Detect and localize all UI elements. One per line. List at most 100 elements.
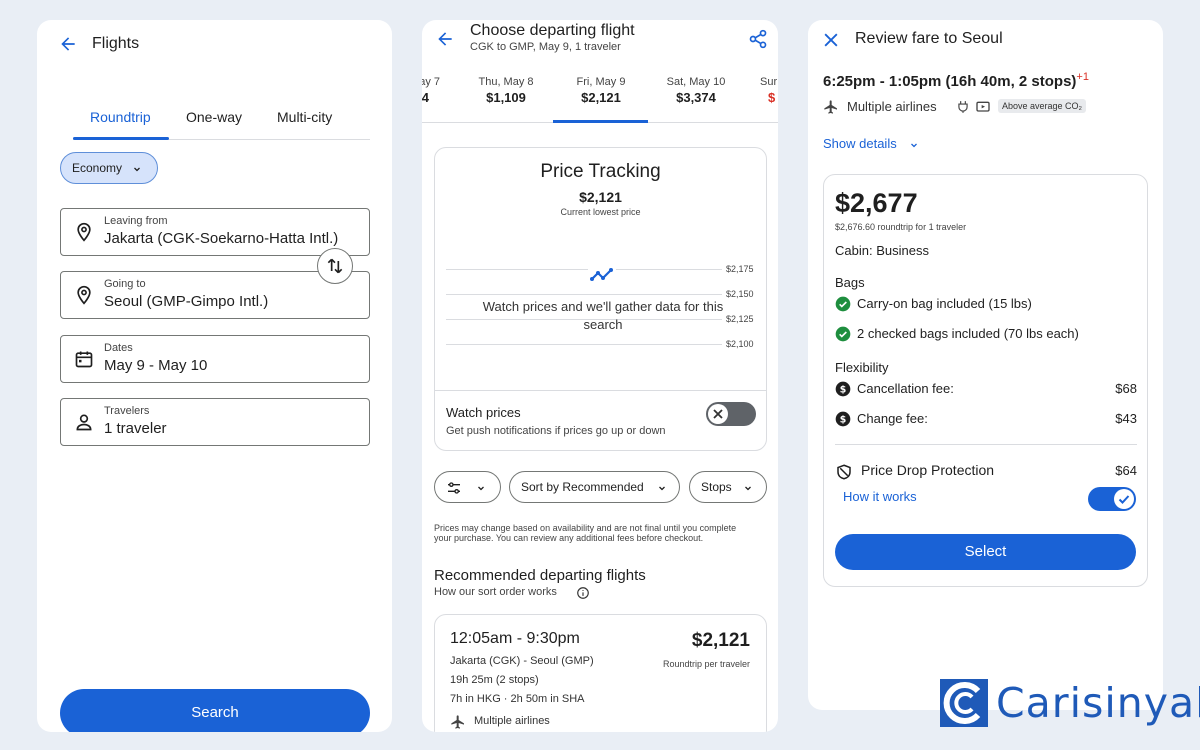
price-drop-protection-label: Price Drop Protection: [861, 462, 995, 478]
cabin-class-dropdown[interactable]: Economy: [60, 152, 158, 184]
date-label: Sat, May 10: [666, 76, 726, 88]
flight-result-card[interactable]: 12:05am - 9:30pm $2,121 Roundtrip per tr…: [434, 614, 767, 732]
trend-line-icon: [588, 268, 616, 282]
sort-label: Sort by Recommended: [521, 480, 644, 494]
fare-summary-card: $2,677 $2,676.60 roundtrip for 1 travele…: [823, 174, 1148, 587]
divider: [835, 444, 1137, 445]
check-circle-icon: [835, 296, 851, 312]
sort-order-label: How our sort order works: [434, 586, 557, 598]
calendar-icon: [74, 348, 94, 370]
fare-price: $2,677: [835, 188, 918, 218]
chevron-down-icon: [475, 482, 487, 494]
flexibility-heading: Flexibility: [835, 360, 889, 375]
date-label: Sur: [760, 76, 778, 88]
price-caption: Current lowest price: [560, 207, 641, 217]
leaving-from-field[interactable]: Leaving from Jakarta (CGK-Soekarno-Hatta…: [60, 208, 370, 256]
bag-item: 2 checked bags included (70 lbs each): [835, 325, 1137, 343]
divider: [435, 390, 766, 391]
flight-times: 12:05am - 9:30pm: [450, 630, 580, 647]
filters-button[interactable]: [434, 471, 501, 503]
price-note: Roundtrip per traveler: [662, 659, 750, 669]
grid-line: [446, 269, 722, 270]
shield-icon: [835, 463, 853, 481]
flight-times: 6:25pm - 1:05pm (16h 40m, 2 stops)+1: [823, 71, 1089, 90]
tab-one-way[interactable]: One-way: [186, 109, 242, 125]
select-button[interactable]: Select: [835, 534, 1136, 570]
page-title: Review fare to Seoul: [855, 30, 1003, 47]
dollar-circle-icon: $: [835, 411, 851, 427]
location-pin-icon: [74, 284, 94, 306]
search-button[interactable]: Search: [60, 689, 370, 732]
share-icon[interactable]: [748, 28, 768, 50]
tab-roundtrip[interactable]: Roundtrip: [90, 109, 151, 125]
brand-logo-icon: [940, 679, 988, 727]
video-screen-icon: [975, 99, 991, 115]
cancellation-fee-row: $ Cancellation fee: $68: [835, 380, 1137, 398]
section-title: Recommended departing flights: [434, 567, 646, 584]
back-arrow-icon[interactable]: [435, 29, 455, 49]
date-option[interactable]: Thu, May 8 $1,109: [458, 76, 554, 105]
date-label: Thu, May 8: [478, 76, 534, 88]
price-drop-protection-value: $64: [1115, 463, 1137, 478]
tab-multi-city[interactable]: Multi-city: [277, 109, 332, 125]
close-icon[interactable]: [821, 30, 841, 50]
watch-prompt: Watch prices and we'll gather data for t…: [482, 299, 724, 332]
date-option[interactable]: ay 7 4: [422, 76, 456, 105]
show-details-link[interactable]: Show details: [823, 136, 917, 151]
price-drop-protection-row: Price Drop Protection $64: [835, 462, 1137, 482]
price-drop-protection-toggle[interactable]: [1088, 487, 1136, 511]
stops-dropdown[interactable]: Stops: [689, 471, 767, 503]
page-title: Flights: [92, 35, 140, 52]
active-tab-indicator: [73, 137, 169, 140]
date-price-strip: ay 7 4 Thu, May 8 $1,109 Fri, May 9 $2,1…: [422, 63, 778, 123]
info-icon[interactable]: [576, 586, 590, 600]
price-disclaimer: Prices may change based on availability …: [434, 523, 737, 543]
flight-time-text: 6:25pm - 1:05pm (16h 40m, 2 stops): [823, 73, 1077, 90]
date-price: 4: [422, 90, 429, 105]
swap-locations-button[interactable]: [317, 248, 353, 284]
how-it-works-link[interactable]: How it works: [843, 489, 917, 504]
dollar-circle-icon: $: [835, 381, 851, 397]
fare-price-note: $2,676.60 roundtrip for 1 traveler: [835, 222, 967, 232]
date-price: $1,109: [486, 90, 526, 105]
dates-field[interactable]: Dates May 9 - May 10: [60, 335, 370, 383]
check-circle-icon: [835, 326, 851, 342]
review-fare-panel: Review fare to Seoul 6:25pm - 1:05pm (16…: [808, 20, 1163, 710]
flight-airline: Multiple airlines: [474, 715, 550, 727]
cabin-class: Cabin: Business: [835, 243, 929, 258]
bags-heading: Bags: [835, 275, 865, 290]
sort-order-link[interactable]: How our sort order works: [434, 586, 589, 599]
watch-prices-toggle[interactable]: [706, 402, 756, 426]
search-summary: CGK to GMP, May 9, 1 traveler: [470, 41, 621, 53]
flight-price: $2,121: [691, 630, 750, 651]
toggle-knob: [1114, 489, 1134, 509]
swap-arrows-icon: [325, 256, 345, 276]
grid-line: [446, 294, 722, 295]
back-arrow-icon[interactable]: [58, 34, 78, 54]
going-to-value: Seoul (GMP-Gimpo Intl.): [104, 293, 269, 310]
date-option-selected[interactable]: Fri, May 9 $2,121: [553, 76, 649, 105]
travelers-label: Travelers: [104, 405, 150, 417]
chevron-down-icon: [131, 163, 143, 175]
departing-flight-panel: Choose departing flight CGK to GMP, May …: [422, 20, 778, 732]
location-pin-icon: [74, 221, 94, 243]
chevron-down-icon: [908, 139, 920, 151]
leaving-from-value: Jakarta (CGK-Soekarno-Hatta Intl.): [104, 230, 339, 247]
travelers-field[interactable]: Travelers 1 traveler: [60, 398, 370, 446]
flight-duration: 19h 25m (2 stops): [450, 674, 539, 686]
cancellation-fee-value: $68: [1115, 381, 1137, 396]
leaving-from-label: Leaving from: [104, 215, 168, 227]
bag-text: Carry-on bag included (15 lbs): [857, 296, 1032, 311]
watch-prices-description: Get push notifications if prices go up o…: [446, 425, 666, 437]
flights-search-panel: Flights Roundtrip One-way Multi-city Eco…: [37, 20, 392, 732]
bag-text: 2 checked bags included (70 lbs each): [857, 326, 1079, 341]
change-fee-row: $ Change fee: $43: [835, 410, 1137, 428]
svg-text:$: $: [840, 414, 847, 425]
date-option[interactable]: Sur $: [742, 76, 778, 105]
power-outlet-icon: [956, 99, 970, 115]
dates-value: May 9 - May 10: [104, 357, 208, 374]
date-option[interactable]: Sat, May 10 $3,374: [648, 76, 744, 105]
sort-dropdown[interactable]: Sort by Recommended: [509, 471, 680, 503]
show-details-label: Show details: [823, 136, 897, 151]
person-icon: [74, 411, 94, 433]
